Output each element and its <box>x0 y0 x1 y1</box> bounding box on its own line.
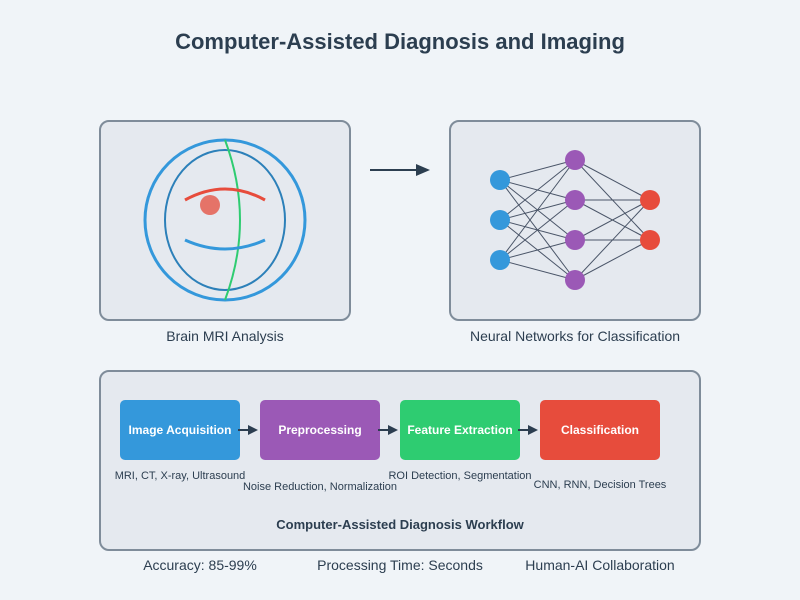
workflow-arrow-1-head <box>248 425 258 435</box>
stage-detail-feature-extraction: ROI Detection, Segmentation <box>388 470 532 482</box>
stage-detail-preprocessing: Noise Reduction, Normalization <box>242 481 398 493</box>
stat-collaboration: Human-AI Collaboration <box>525 557 675 573</box>
workflow-arrows <box>238 425 538 435</box>
stage-detail-classification: CNN, RNN, Decision Trees <box>533 479 667 491</box>
workflow-arrow-2-head <box>388 425 398 435</box>
workflow-title: Computer-Assisted Diagnosis Workflow <box>276 517 524 532</box>
workflow-arrow-3-head <box>528 425 538 435</box>
stat-processing-time: Processing Time: Seconds <box>317 557 483 573</box>
stat-accuracy: Accuracy: 85-99% <box>143 557 257 573</box>
